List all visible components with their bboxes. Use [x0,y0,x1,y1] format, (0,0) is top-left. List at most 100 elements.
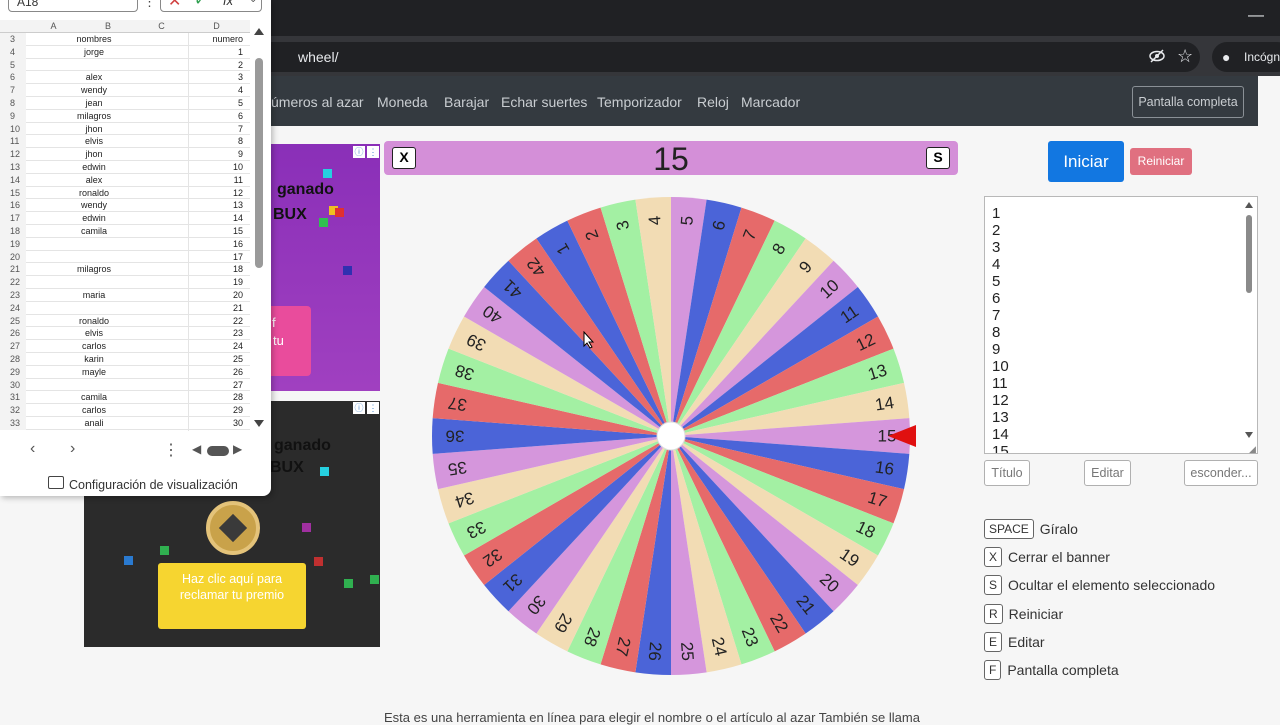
cell-number[interactable]: 15 [188,225,243,237]
close-banner-key[interactable]: X [392,147,416,169]
row-number[interactable]: 7 [0,84,26,97]
entries-textarea[interactable]: 1 2 3 4 5 6 7 8 9 10 11 12 13 14 15 [984,196,1258,454]
function-icon[interactable]: fx [223,0,233,8]
table-row[interactable]: 30 27 [0,378,250,392]
table-row[interactable]: 22 19 [0,276,250,289]
cell-number[interactable]: 2 [188,59,243,71]
cell-number[interactable]: 13 [188,199,243,211]
ad1-cta-button[interactable]: f tu [271,306,311,376]
cell-name[interactable]: carlos [26,404,162,416]
display-settings[interactable]: Configuración de visualización [0,472,271,496]
hide-selected-key[interactable]: S [926,147,950,169]
cell-number[interactable]: 1 [188,46,243,58]
row-number[interactable]: 15 [0,186,26,200]
cell-name[interactable]: mayle [26,366,162,378]
nav-link-marcador[interactable]: Marcador [741,94,800,110]
entries-scrollbar[interactable] [1243,200,1255,450]
table-row[interactable]: 25 ronaldo 22 [0,314,250,328]
table-row[interactable]: 6 alex 3 [0,71,250,85]
sheet-menu-icon[interactable]: ⋮ [163,440,179,460]
cell-name[interactable]: nombres [26,33,162,45]
column-header-b[interactable]: B [81,20,135,33]
cell-number[interactable]: 7 [188,123,243,135]
incognito-badge[interactable]: ● Incógni [1212,42,1280,72]
ad-banner-1[interactable]: ganado BUX f tu [271,144,380,391]
scroll-left-icon[interactable]: ◀ [192,442,201,456]
cell-name[interactable]: jean [26,97,162,109]
ad-close-icon[interactable]: ⋮ [367,402,379,414]
row-number[interactable]: 33 [0,416,26,430]
cell-name[interactable]: jhon [26,123,162,135]
row-number[interactable]: 11 [0,135,26,149]
row-number[interactable]: 31 [0,391,26,405]
column-header-a[interactable]: A [26,20,81,33]
row-number[interactable]: 16 [0,199,26,213]
cell-number[interactable]: 22 [188,315,243,327]
chevron-down-icon[interactable]: ⌄ [249,0,257,5]
minimize-icon[interactable]: — [1248,6,1264,26]
row-number[interactable]: 3 [0,33,26,46]
table-row[interactable]: 10 jhon 7 [0,122,250,136]
column-header-d[interactable]: D [188,20,245,33]
cell-number[interactable]: 10 [188,161,243,173]
title-button[interactable]: Título [984,460,1030,486]
row-number[interactable]: 20 [0,250,26,264]
row-number[interactable]: 18 [0,224,26,238]
cell-name[interactable]: milagros [26,263,162,275]
cell-number[interactable]: numero [188,33,243,45]
row-number[interactable]: 4 [0,45,26,59]
cell-number[interactable]: 20 [188,289,243,301]
table-row[interactable]: 18 camila 15 [0,224,250,238]
start-button[interactable]: Iniciar [1048,141,1124,182]
ad2-cta-button[interactable]: Haz clic aquí para reclamar tu premio [158,563,306,629]
spreadsheet-window[interactable]: A18 ⋮ ✕ ✓ fx ⌄ A B C D 3nombresnumero4jo… [0,0,271,496]
cell-name[interactable]: edwin [26,161,162,173]
ad-close-icon[interactable]: ⋮ [367,146,379,158]
row-number[interactable]: 19 [0,237,26,251]
nav-link-barajar[interactable]: Barajar [444,94,489,110]
cell-name[interactable]: maria [26,289,162,301]
next-sheet-icon[interactable]: › [70,440,75,458]
cell-name[interactable]: camila [26,391,162,403]
bookmark-star-icon[interactable]: ☆ [1177,46,1193,66]
adchoices-icon[interactable]: ⓘ [353,402,365,414]
nav-link-numeros[interactable]: úmeros al azar [271,94,364,110]
cell-name[interactable]: anali [26,417,162,429]
cell-number[interactable]: 4 [188,84,243,96]
cell-number[interactable]: 11 [188,174,243,186]
nav-link-temporizador[interactable]: Temporizador [597,94,682,110]
row-number[interactable]: 21 [0,263,26,277]
table-row[interactable]: 32 carlos 29 [0,404,250,417]
cell-number[interactable]: 16 [188,238,243,250]
cell-number[interactable]: 19 [188,276,243,288]
cell-name[interactable]: alex [26,174,162,186]
cell-number[interactable]: 29 [188,404,243,416]
table-row[interactable]: 16 wendy 13 [0,199,250,213]
table-row[interactable]: 52 [0,58,250,72]
row-number[interactable]: 26 [0,327,26,341]
row-number[interactable]: 5 [0,58,26,72]
row-number[interactable]: 9 [0,109,26,123]
edit-button[interactable]: Editar [1084,460,1131,486]
row-number[interactable]: 12 [0,148,26,161]
cell-name[interactable]: ronaldo [26,187,162,199]
table-row[interactable]: 27 carlos 24 [0,340,250,353]
row-number[interactable]: 23 [0,288,26,302]
cell-name[interactable]: carlos [26,340,162,352]
cell-number[interactable]: 17 [188,251,243,263]
cell-number[interactable]: 23 [188,327,243,339]
cell-number[interactable]: 26 [188,366,243,378]
cell-name[interactable]: wendy [26,199,162,211]
table-row[interactable]: 9 milagros 6 [0,109,250,123]
row-number[interactable]: 17 [0,212,26,225]
cell-number[interactable]: 12 [188,187,243,199]
row-number[interactable]: 30 [0,378,26,392]
table-row[interactable]: 21 milagros 18 [0,263,250,277]
row-number[interactable]: 24 [0,301,26,315]
row-number[interactable]: 22 [0,276,26,289]
sheet-scrollbar[interactable] [252,26,266,430]
row-number[interactable]: 13 [0,160,26,174]
cell-number[interactable]: 30 [188,417,243,429]
cell-number[interactable]: 24 [188,340,243,352]
table-row[interactable]: 13 edwin 10 [0,160,250,174]
